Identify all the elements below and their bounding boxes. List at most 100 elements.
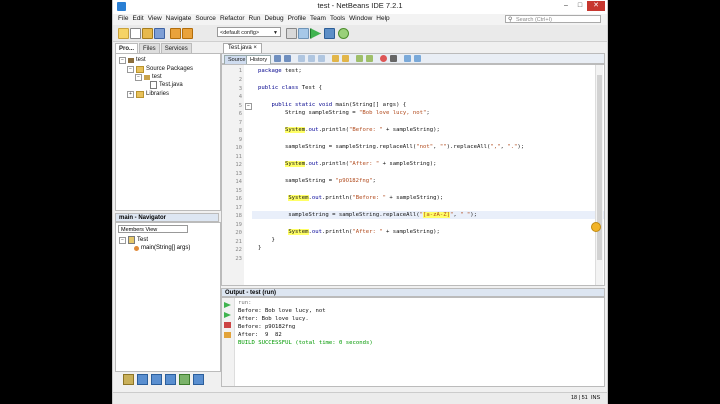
run-icon[interactable]: [310, 28, 321, 39]
redo-icon[interactable]: [182, 28, 193, 39]
rerun-with-params-icon[interactable]: [224, 312, 231, 318]
filter-inherited-icon[interactable]: [165, 373, 176, 385]
close-button[interactable]: ✕: [587, 1, 605, 11]
filter-static-icon[interactable]: [151, 373, 162, 385]
close-icon[interactable]: ×: [253, 45, 257, 51]
fold-toggle-icon[interactable]: −: [245, 103, 252, 110]
menu-profile[interactable]: Profile: [288, 15, 306, 22]
search-input[interactable]: ⚲ Search (Ctrl+I): [505, 15, 601, 23]
filter-fields-icon[interactable]: [123, 373, 134, 385]
shift-right-icon[interactable]: [366, 55, 373, 62]
rerun-icon[interactable]: [224, 302, 231, 308]
line-number: 3: [238, 86, 242, 92]
code-editor[interactable]: 1 2 3 4 5 6 7 8 9 10 11 12 13 14 15 16 1…: [221, 64, 605, 286]
code-line: }: [258, 245, 262, 251]
project-panel-tabs: Pro... Files Services: [115, 43, 219, 54]
menu-navigate[interactable]: Navigate: [166, 15, 192, 22]
stop-macro-icon[interactable]: [390, 55, 397, 62]
filter-sort-icon[interactable]: [193, 373, 204, 385]
comment-icon[interactable]: [404, 55, 411, 62]
output-line: After: Bob love lucy.: [238, 316, 309, 322]
stop-icon[interactable]: [224, 322, 231, 328]
config-value: <default config>: [220, 30, 260, 36]
editor-tab-label: Test.java: [228, 45, 252, 51]
window-title: test - NetBeans IDE 7.2.1: [317, 1, 403, 10]
start-macro-icon[interactable]: [380, 55, 387, 62]
tree-item-project[interactable]: − test: [119, 56, 146, 64]
collapse-toggle-icon[interactable]: −: [119, 56, 126, 64]
collapse-toggle-icon[interactable]: −: [119, 236, 126, 244]
code-line: package test;: [258, 68, 302, 74]
scrollbar-thumb[interactable]: [597, 75, 602, 260]
debug-icon[interactable]: [324, 28, 335, 39]
editor-tab[interactable]: Test.java ×: [223, 43, 262, 53]
navigator-method-item[interactable]: main(String[] args): [134, 244, 190, 252]
search-placeholder: Search (Ctrl+I): [516, 17, 552, 23]
find-next-icon[interactable]: [318, 55, 325, 62]
maximize-button[interactable]: □: [573, 1, 587, 11]
project-tree: − test − Source Packages − test Test.jav…: [115, 53, 221, 211]
shift-left-icon[interactable]: [356, 55, 363, 62]
collapse-toggle-icon[interactable]: −: [127, 65, 134, 73]
output-header[interactable]: Output - test (run): [221, 288, 605, 297]
package-label: test: [152, 74, 162, 80]
bookmark-icon[interactable]: [332, 55, 339, 62]
ide-window: test - NetBeans IDE 7.2.1 – □ ✕ File Edi…: [112, 0, 608, 404]
editor-scrollbar[interactable]: [595, 65, 603, 285]
line-number: 12: [235, 162, 242, 168]
folder-icon: [136, 65, 144, 73]
menu-team[interactable]: Team: [310, 15, 326, 22]
new-project-icon[interactable]: [118, 28, 129, 39]
minimize-button[interactable]: –: [559, 1, 573, 11]
save-all-icon[interactable]: [154, 28, 165, 39]
tree-item-source-packages[interactable]: − Source Packages: [127, 65, 193, 73]
menu-debug[interactable]: Debug: [264, 15, 283, 22]
expand-toggle-icon[interactable]: +: [127, 90, 134, 98]
line-number: 18: [235, 213, 242, 219]
config-select[interactable]: <default config> ▼: [217, 27, 281, 37]
new-file-icon[interactable]: [130, 28, 141, 39]
menu-file[interactable]: File: [118, 15, 128, 22]
java-file-icon: [150, 81, 157, 89]
line-number: 2: [238, 77, 242, 83]
search-icon: ⚲: [508, 17, 513, 23]
filter-nonpublic-icon[interactable]: [137, 373, 148, 385]
menu-run[interactable]: Run: [249, 15, 261, 22]
navigator-class-item[interactable]: − Test: [119, 236, 148, 244]
undo-icon[interactable]: [170, 28, 181, 39]
profile-icon[interactable]: [338, 28, 349, 39]
tree-item-libraries[interactable]: + Libraries: [127, 90, 169, 98]
filter-inner-icon[interactable]: [179, 373, 190, 385]
clean-build-icon[interactable]: [298, 28, 309, 39]
members-view-select[interactable]: Members View: [118, 225, 188, 233]
menu-tools[interactable]: Tools: [330, 15, 345, 22]
uncomment-icon[interactable]: [414, 55, 421, 62]
tree-item-package[interactable]: − test: [135, 73, 162, 81]
collapse-toggle-icon[interactable]: −: [135, 73, 142, 81]
code-line: System.out.println("Before: " + sampleSt…: [288, 195, 444, 201]
line-number: 19: [235, 222, 242, 228]
tree-item-file[interactable]: Test.java: [150, 81, 183, 89]
settings-icon[interactable]: [224, 332, 231, 338]
menu-refactor[interactable]: Refactor: [220, 15, 245, 22]
menu-window[interactable]: Window: [349, 15, 372, 22]
code-line: public class Test {: [258, 85, 322, 91]
menu-view[interactable]: View: [148, 15, 162, 22]
navigator-header[interactable]: main - Navigator: [115, 213, 219, 222]
find-icon[interactable]: [298, 55, 305, 62]
menu-source[interactable]: Source: [195, 15, 216, 22]
menu-help[interactable]: Help: [376, 15, 389, 22]
menu-edit[interactable]: Edit: [132, 15, 143, 22]
method-label: main(String[] args): [141, 245, 191, 251]
next-bookmark-icon[interactable]: [342, 55, 349, 62]
build-hammer-icon[interactable]: [286, 28, 297, 39]
line-number: 6: [238, 111, 242, 117]
method-icon: [134, 245, 139, 251]
file-label: Test.java: [159, 82, 183, 88]
find-previous-icon[interactable]: [308, 55, 315, 62]
open-project-icon[interactable]: [142, 28, 153, 39]
menu-bar: File Edit View Navigate Source Refactor …: [113, 14, 607, 25]
navigator-filter-toolbar: [115, 372, 219, 386]
back-icon[interactable]: [274, 55, 281, 62]
forward-icon[interactable]: [284, 55, 291, 62]
